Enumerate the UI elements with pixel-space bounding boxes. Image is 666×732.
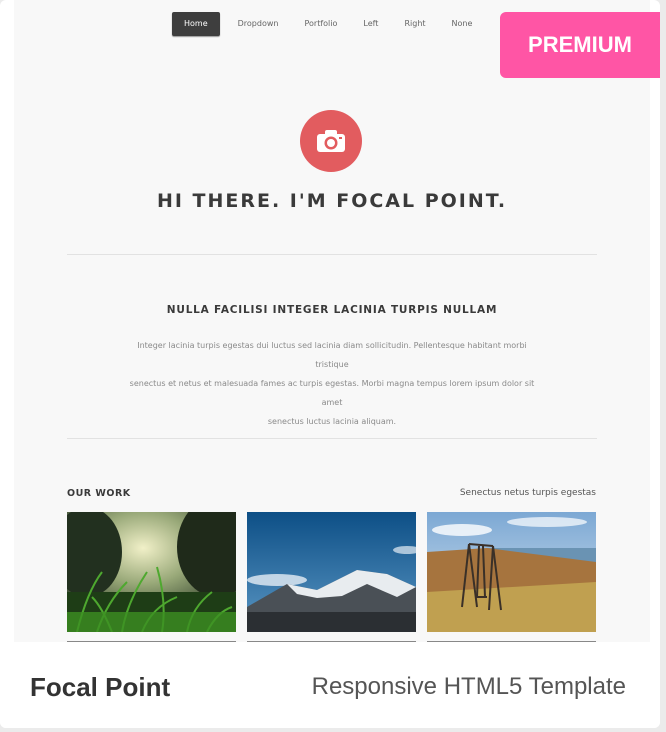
nav-dropdown[interactable]: Dropdown bbox=[225, 12, 292, 36]
nav-right[interactable]: Right bbox=[391, 12, 438, 36]
intro-paragraph: Integer lacinia turpis egestas dui luctu… bbox=[122, 336, 542, 431]
logo-circle bbox=[300, 110, 362, 172]
divider bbox=[67, 254, 597, 255]
premium-badge: PREMIUM bbox=[500, 12, 660, 78]
nav-left[interactable]: Left bbox=[350, 12, 391, 36]
template-card[interactable]: Home Dropdown Portfolio Left Right None … bbox=[0, 0, 660, 728]
our-work-heading: OUR WORK bbox=[67, 488, 131, 499]
our-work-tagline: Senectus netus turpis egestas bbox=[459, 488, 596, 498]
intro-line: Integer lacinia turpis egestas dui luctu… bbox=[137, 341, 527, 369]
nav-portfolio[interactable]: Portfolio bbox=[291, 12, 350, 36]
template-preview[interactable]: Home Dropdown Portfolio Left Right None … bbox=[14, 0, 650, 642]
swing-photo[interactable] bbox=[427, 512, 596, 632]
template-title[interactable]: Focal Point bbox=[30, 672, 170, 703]
template-subtitle: Responsive HTML5 Template bbox=[311, 673, 626, 700]
hero-title: HI THERE. I'M FOCAL POINT. bbox=[156, 190, 508, 212]
nav-none[interactable]: None bbox=[439, 12, 486, 36]
camera-icon bbox=[317, 130, 345, 152]
grass-photo[interactable] bbox=[67, 512, 236, 632]
mountain-photo[interactable] bbox=[247, 512, 416, 632]
intro-heading: NULLA FACILISI INTEGER LACINIA TURPIS NU… bbox=[166, 304, 498, 316]
intro-line: senectus et netus et malesuada fames ac … bbox=[129, 379, 535, 407]
divider bbox=[67, 438, 597, 439]
nav-home[interactable]: Home bbox=[172, 12, 220, 36]
top-nav: Home Dropdown Portfolio Left Right None bbox=[172, 12, 485, 36]
intro-line: senectus luctus lacinia aliquam. bbox=[267, 417, 397, 426]
